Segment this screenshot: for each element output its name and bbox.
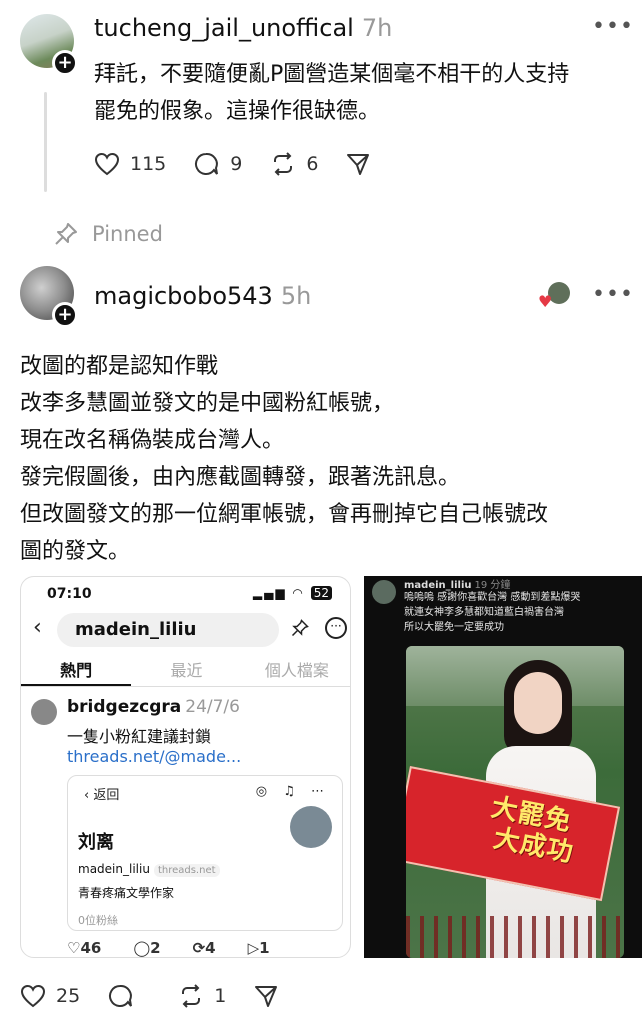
follow-plus-icon[interactable]: +	[52, 302, 78, 328]
comment-icon	[195, 152, 219, 175]
comment-button[interactable]: 9	[194, 152, 242, 176]
profile-card: ‹ 返回 ◎ ♫ ⋯ 刘离 madein_liliu threads.net 青春…	[67, 775, 343, 931]
post-time: 5h	[280, 282, 312, 310]
repost-button[interactable]: 1	[178, 984, 226, 1008]
embedded-username: bridgezcgra 24/7/6	[67, 697, 240, 717]
comment-icon	[109, 984, 133, 1007]
pin-icon	[55, 223, 77, 245]
follow-plus-icon[interactable]: +	[52, 50, 78, 76]
embedded-likes: ♡46	[67, 939, 102, 957]
send-icon	[255, 986, 278, 1007]
cheerleader-photo: 大罷免 大成功	[406, 646, 624, 958]
post-text: 改圖的都是認知作戰 改李多慧圖並發文的是中國粉紅帳號， 現在改名稱偽裝成台灣人。…	[20, 354, 549, 564]
embedded-comments: ◯2	[133, 939, 161, 957]
heart-icon	[94, 152, 120, 176]
embedded-post-text: 一隻小粉紅建議封鎖	[67, 727, 212, 746]
tab-profile: 個人檔案	[264, 661, 329, 680]
thread-connector	[44, 92, 47, 192]
share-button[interactable]	[254, 984, 288, 1008]
share-button[interactable]	[346, 152, 380, 176]
pin-icon	[291, 619, 309, 641]
profile-name: 刘离	[78, 832, 114, 853]
more-icon: ···	[325, 617, 347, 639]
attached-image-1[interactable]: 07:10 ▂▄▆ ◠ 52 ‹ madein_liliu ··· 熱門 最近 …	[20, 576, 351, 958]
post-actions: 115 9 6	[94, 152, 408, 176]
post-text: 拜託，不要隨便亂P圖營造某個毫不相干的人支持 罷免的假象。這操作很缺德。	[94, 62, 570, 124]
status-icons: ▂▄▆ ◠ 52	[253, 586, 332, 600]
more-options-icon[interactable]: •••	[592, 282, 634, 307]
embedded-shares: ▷1	[247, 939, 270, 957]
avatar	[290, 806, 332, 848]
profile-bio: 青春疼痛文學作家	[78, 886, 175, 900]
repost-button[interactable]: 6	[270, 152, 318, 176]
tab-hot: 熱門	[21, 655, 132, 686]
embedded-reposts: ⟳4	[192, 939, 216, 957]
profile-handle: madein_liliu threads.net	[78, 862, 220, 877]
like-button[interactable]: 25	[20, 984, 80, 1008]
send-icon	[347, 154, 370, 175]
pinned-indicator: Pinned	[54, 222, 163, 246]
more-options-icon[interactable]: •••	[592, 14, 634, 39]
like-button[interactable]: 115	[94, 152, 166, 176]
avatar	[31, 699, 57, 725]
embedded-post-text: 嗚嗚嗚 感謝你喜歡台灣 感動到差點爆哭 就連女神李多慧都知道藍白禍害台灣 所以大…	[404, 592, 581, 633]
post-username[interactable]: tucheng_jail_unoffical 7h	[94, 14, 392, 42]
embedded-username: madein_liliu 19 分鐘	[404, 580, 511, 591]
comment-button[interactable]	[108, 984, 144, 1008]
card-icons: ◎ ♫ ⋯	[255, 784, 330, 799]
heart-icon	[20, 984, 46, 1008]
repost-icon	[182, 984, 201, 1008]
profile-followers: 0位粉絲	[78, 914, 118, 927]
embedded-link: threads.net/@made...	[67, 747, 242, 766]
back-label: ‹ 返回	[84, 788, 120, 803]
heart-icon: ♥	[538, 292, 553, 311]
attached-image-2[interactable]: madein_liliu 19 分鐘 嗚嗚嗚 感謝你喜歡台灣 感動到差點爆哭 就連…	[364, 576, 642, 958]
embedded-stats: ♡46 ◯2 ⟳4 ▷1	[67, 939, 302, 957]
avatar	[372, 580, 396, 604]
post-username[interactable]: magicbobo543 5h	[94, 282, 311, 310]
post-time: 7h	[361, 14, 393, 42]
tab-bar: 熱門 最近 個人檔案	[21, 655, 350, 687]
chevron-left-icon: ‹	[33, 615, 42, 640]
tab-recent: 最近	[170, 661, 203, 680]
search-field: madein_liliu	[57, 613, 279, 647]
status-time: 07:10	[47, 586, 92, 602]
repost-icon	[274, 152, 293, 176]
post-actions: 25 1	[20, 984, 316, 1008]
